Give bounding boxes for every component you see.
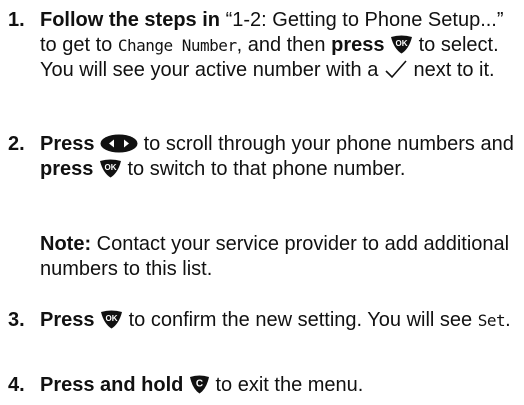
note-label: Note: <box>40 233 92 255</box>
step-number: 4. <box>8 374 25 396</box>
instruction-list: 1. Follow the steps in “1-2: Getting to … <box>0 0 524 405</box>
step-text: Follow the steps in “1-2: Getting to Pho… <box>40 8 522 83</box>
step-number: 3. <box>8 309 25 331</box>
svg-text:OK: OK <box>104 163 116 172</box>
press-label: press <box>40 158 94 180</box>
step-number: 2. <box>8 133 25 155</box>
menu-reference: “1-2: Getting to Phone Setup...” <box>225 9 504 31</box>
checkmark-icon <box>385 60 407 79</box>
step-lead: Press and hold <box>40 374 184 396</box>
step-text-fragment: to scroll through your phone numbers and <box>143 133 514 155</box>
press-label: press <box>331 34 385 56</box>
navigation-key-icon <box>100 134 138 153</box>
note-body: Contact your service provider to add add… <box>40 233 510 280</box>
clear-key-icon: C <box>189 375 209 394</box>
step-text-fragment: next to it. <box>413 59 495 81</box>
step-lead: Press <box>40 309 95 331</box>
step-text-fragment: . <box>505 309 511 331</box>
step-text: Press OK to confirm the new setting. You… <box>40 308 522 333</box>
step-lead: Press <box>40 133 95 155</box>
svg-text:OK: OK <box>396 39 408 48</box>
ok-key-icon: OK <box>391 35 413 54</box>
step-text: Press and hold C to exit the menu. <box>40 373 522 398</box>
ok-key-icon: OK <box>99 159 121 178</box>
ok-key-icon: OK <box>101 310 123 329</box>
lcd-text-change-number: Change Number <box>117 36 237 55</box>
step-lead: Follow the steps in <box>40 9 221 31</box>
step-text-fragment: to get to <box>40 34 113 56</box>
lcd-text-set: Set <box>477 311 506 330</box>
svg-text:OK: OK <box>106 314 118 323</box>
step-number: 1. <box>8 9 25 31</box>
step-text: Press to scroll through your phone numbe… <box>40 132 522 182</box>
step-text-fragment: to confirm the new setting. You will see <box>128 309 473 331</box>
svg-text:C: C <box>196 379 203 390</box>
step-text-fragment: to exit the menu. <box>215 374 364 396</box>
note-text: Note: Contact your service provider to a… <box>40 232 522 282</box>
step-text-fragment: , and then <box>236 34 326 56</box>
step-text-fragment: to switch to that phone number. <box>127 158 406 180</box>
